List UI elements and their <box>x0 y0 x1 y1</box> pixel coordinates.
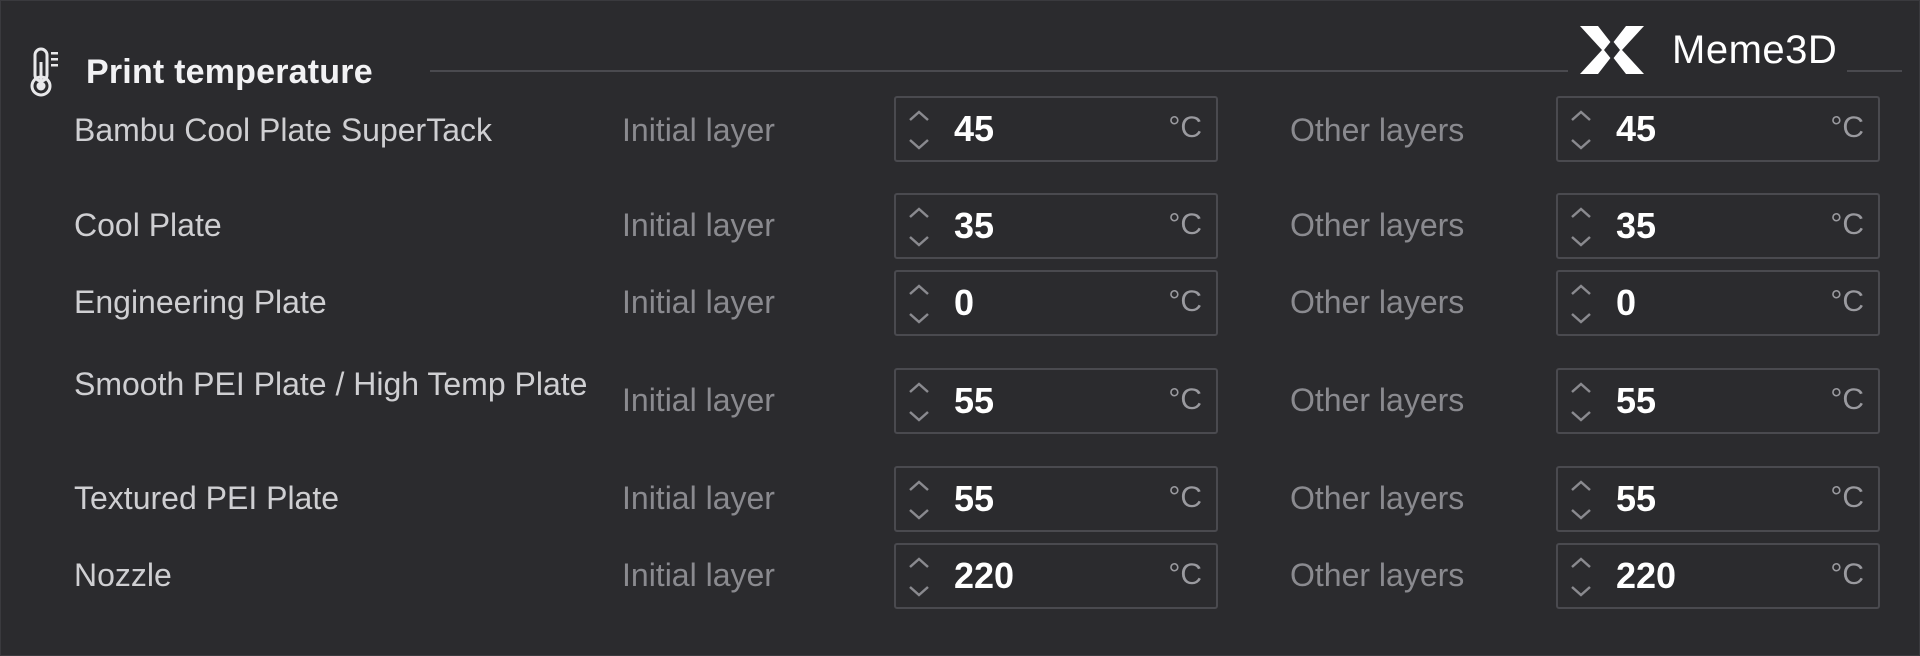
initial-layer-temp-input[interactable]: 55 °C <box>894 466 1218 532</box>
other-layers-label: Other layers <box>1290 480 1465 516</box>
unit-label: °C <box>1168 285 1202 318</box>
initial-layer-label: Initial layer <box>622 480 775 516</box>
other-layers-label: Other layers <box>1290 382 1465 418</box>
initial-layer-label: Initial layer <box>622 557 775 593</box>
temp-value[interactable]: 55 <box>1616 478 1656 520</box>
section-title: Print temperature <box>86 52 373 91</box>
unit-label: °C <box>1168 481 1202 514</box>
row-label: Engineering Plate <box>74 284 327 320</box>
initial-layer-temp-input[interactable]: 0 °C <box>894 270 1218 336</box>
temp-value[interactable]: 55 <box>1616 380 1656 422</box>
unit-label: °C <box>1168 383 1202 416</box>
spin-arrows-icon[interactable] <box>904 104 934 156</box>
other-layers-temp-input[interactable]: 45 °C <box>1556 96 1880 162</box>
temp-value[interactable]: 220 <box>954 555 1014 597</box>
initial-layer-temp-input[interactable]: 55 °C <box>894 368 1218 434</box>
spin-arrows-icon[interactable] <box>904 278 934 330</box>
unit-label: °C <box>1830 111 1864 144</box>
spin-arrows-icon[interactable] <box>904 551 934 603</box>
spin-arrows-icon[interactable] <box>1566 551 1596 603</box>
spin-arrows-icon[interactable] <box>1566 201 1596 253</box>
temp-value[interactable]: 55 <box>954 478 994 520</box>
initial-layer-temp-input[interactable]: 45 °C <box>894 96 1218 162</box>
row-label: Bambu Cool Plate SuperTack <box>74 112 492 148</box>
row-label: Cool Plate <box>74 207 222 243</box>
other-layers-temp-input[interactable]: 220 °C <box>1556 543 1880 609</box>
other-layers-temp-input[interactable]: 55 °C <box>1556 466 1880 532</box>
row-label: Nozzle <box>74 557 172 593</box>
unit-label: °C <box>1830 285 1864 318</box>
temp-value[interactable]: 220 <box>1616 555 1676 597</box>
initial-layer-temp-input[interactable]: 35 °C <box>894 193 1218 259</box>
row-label: Textured PEI Plate <box>74 480 340 516</box>
other-layers-label: Other layers <box>1290 557 1465 593</box>
temp-value[interactable]: 0 <box>1616 282 1636 324</box>
initial-layer-label: Initial layer <box>622 284 775 320</box>
initial-layer-label: Initial layer <box>622 207 775 243</box>
unit-label: °C <box>1830 481 1864 514</box>
brand-name: Meme3D <box>1672 27 1838 72</box>
meme3d-logo-icon <box>1580 26 1644 74</box>
unit-label: °C <box>1830 208 1864 241</box>
initial-layer-label: Initial layer <box>622 112 775 148</box>
temp-value[interactable]: 55 <box>954 380 994 422</box>
other-layers-label: Other layers <box>1290 207 1465 243</box>
section-header: Print temperature <box>26 44 373 100</box>
spin-arrows-icon[interactable] <box>904 201 934 253</box>
spin-arrows-icon[interactable] <box>904 376 934 428</box>
spin-arrows-icon[interactable] <box>904 474 934 526</box>
other-layers-label: Other layers <box>1290 284 1465 320</box>
other-layers-temp-input[interactable]: 55 °C <box>1556 368 1880 434</box>
temp-value[interactable]: 35 <box>1616 205 1656 247</box>
unit-label: °C <box>1168 208 1202 241</box>
temp-value[interactable]: 35 <box>954 205 994 247</box>
temp-value[interactable]: 0 <box>954 282 974 324</box>
unit-label: °C <box>1168 111 1202 144</box>
thermometer-icon <box>30 47 58 97</box>
spin-arrows-icon[interactable] <box>1566 376 1596 428</box>
spin-arrows-icon[interactable] <box>1566 278 1596 330</box>
brand-watermark: Meme3D <box>1568 20 1848 80</box>
spin-arrows-icon[interactable] <box>1566 474 1596 526</box>
initial-layer-label: Initial layer <box>622 382 775 418</box>
other-layers-temp-input[interactable]: 35 °C <box>1556 193 1880 259</box>
other-layers-label: Other layers <box>1290 112 1465 148</box>
row-label: Smooth PEI Plate / High Temp Plate <box>74 366 588 402</box>
unit-label: °C <box>1168 558 1202 591</box>
temp-value[interactable]: 45 <box>954 108 994 150</box>
unit-label: °C <box>1830 383 1864 416</box>
other-layers-temp-input[interactable]: 0 °C <box>1556 270 1880 336</box>
spin-arrows-icon[interactable] <box>1566 104 1596 156</box>
unit-label: °C <box>1830 558 1864 591</box>
initial-layer-temp-input[interactable]: 220 °C <box>894 543 1218 609</box>
temp-value[interactable]: 45 <box>1616 108 1656 150</box>
